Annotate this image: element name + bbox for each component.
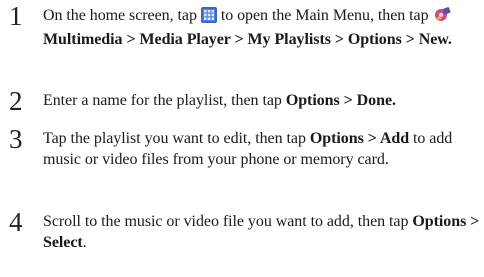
step-number: 1 (9, 1, 23, 31)
step-number: 3 (9, 124, 23, 154)
step-text-part: Enter a name for the playlist, then tap (43, 92, 282, 109)
menu-path: Multimedia > Media Player > My Playlists… (43, 31, 452, 48)
step-number: 2 (9, 86, 23, 116)
step-text: Tap the playlist you want to edit, then … (43, 128, 481, 170)
main-menu-grid-icon (200, 7, 217, 29)
step-text-part: to open the Main Menu, then tap (220, 7, 429, 24)
menu-path: Options > Done. (285, 92, 396, 109)
step-text-part: On the home screen, tap (43, 7, 197, 24)
step-text-part: Scroll to the music or video file you wa… (43, 213, 409, 230)
step-text: Scroll to the music or video file you wa… (43, 211, 481, 253)
multimedia-icon (433, 6, 451, 29)
step-text: On the home screen, tap to open the Main… (43, 5, 481, 50)
step-text-part: . (82, 234, 87, 251)
menu-path: Options > Add (309, 130, 410, 147)
step-text: Enter a name for the playlist, then tap … (43, 90, 481, 111)
step-text-part: Tap the playlist you want to edit, then … (43, 130, 306, 147)
step-number: 4 (9, 207, 23, 237)
